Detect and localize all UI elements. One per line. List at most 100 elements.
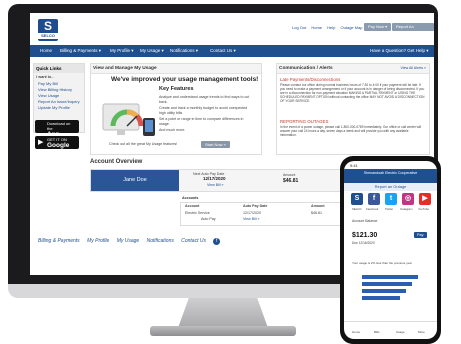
nav-billing[interactable]: Billing & Payments ▾ xyxy=(60,48,101,54)
google-play-badge[interactable]: ▶ GET IT ON Google Play xyxy=(35,136,79,156)
feature-4: And much more. xyxy=(159,128,186,132)
row-view-bill-link[interactable]: View Bill » xyxy=(243,217,260,222)
view-all-alerts-link[interactable]: View All Alerts » xyxy=(400,66,426,71)
footer-billing-link[interactable]: Billing & Payments xyxy=(38,238,80,244)
alert-late-payments-title: Late Payments/Disconnections xyxy=(280,77,341,82)
tab-bar: Home Bills Usage More xyxy=(344,321,437,339)
row-auto-pay-date: 12/17/2020 xyxy=(243,211,261,215)
feature-1: Analyze and understand usage trends to f… xyxy=(159,95,250,104)
app-store-top: Download on the xyxy=(47,121,71,131)
social-label-facebook: Facebook xyxy=(366,207,379,211)
usage-chart xyxy=(352,273,430,307)
outage-map-link[interactable]: Outage Map xyxy=(341,25,363,30)
report-outage-link[interactable]: Report an Outage xyxy=(344,183,437,191)
tab-home[interactable]: Home xyxy=(352,330,360,335)
footer-links: Billing & Payments My Profile My Usage N… xyxy=(38,238,226,245)
col-auto-pay-date: Auto Pay Date xyxy=(243,204,268,208)
report-issue-button[interactable]: Report An Issue/Inquiry xyxy=(392,23,434,35)
row-auto-pay: Auto Pay xyxy=(201,217,216,221)
app-header: Shenandoah Electric Cooperative xyxy=(344,169,437,183)
account-overview-title: Account Overview xyxy=(90,159,143,165)
view-bill-link[interactable]: View Bill » xyxy=(207,183,224,188)
quick-links-title: Quick Links xyxy=(34,64,84,73)
logout-link[interactable]: Log Out xyxy=(292,25,306,30)
usage-bar xyxy=(362,296,400,300)
instagram-icon[interactable]: ◎ xyxy=(402,193,414,205)
amount-value: $46.81 xyxy=(283,178,299,184)
mobile-app-screen: 9:41 Shenandoah Electric Cooperative Rep… xyxy=(344,161,437,339)
google-play-name: Google Play xyxy=(47,142,70,156)
amount-label: Amount xyxy=(283,173,296,177)
social-label-selco: SELCO xyxy=(352,207,362,211)
col-amount: Amount xyxy=(311,204,325,208)
app-store-badge[interactable]: Download on the App Store xyxy=(35,120,79,145)
mobile-phone: 9:41 Shenandoah Electric Cooperative Rep… xyxy=(340,156,441,344)
nav-help[interactable]: Have a Question? Get Help ▾ xyxy=(370,48,429,54)
help-link[interactable]: Help xyxy=(327,25,335,30)
home-link[interactable]: Home xyxy=(311,25,322,30)
usage-gauge-illustration xyxy=(99,100,157,140)
pay-now-button[interactable]: Pay Now ▾ xyxy=(364,23,392,31)
top-links: Log Out Home Help Outage Map xyxy=(292,25,367,30)
tab-bills[interactable]: Bills xyxy=(374,330,380,335)
usage-cta-text: Check out all the great My Usage feature… xyxy=(109,142,178,146)
feature-3: Set a point or range in time to compare … xyxy=(159,117,244,126)
site-header: S SELCO Log Out Home Help Outage Map Pay… xyxy=(30,13,434,45)
due-date: Due 12/16/2020 xyxy=(352,241,375,245)
facebook-icon[interactable]: f xyxy=(213,238,221,245)
key-features-title: Key Features xyxy=(159,86,194,92)
row-account-name: Electric Service xyxy=(185,211,210,215)
main-nav: Home Billing & Payments ▾ My Profile ▾ M… xyxy=(30,45,434,57)
facebook-icon[interactable]: f xyxy=(368,193,380,205)
status-time: 9:41 xyxy=(350,163,358,168)
nav-contact[interactable]: Contact Us ▾ xyxy=(210,48,236,54)
footer-usage-link[interactable]: My Usage xyxy=(117,238,140,244)
usage-panel: View and Manage My Usage We've improved … xyxy=(90,63,262,155)
row-amount: $46.81 xyxy=(311,211,322,215)
balance-label: Account Balance xyxy=(352,219,378,223)
alerts-panel: Communication / Alerts View All Alerts »… xyxy=(276,63,430,155)
play-icon: ▶ xyxy=(38,139,44,146)
footer-profile-link[interactable]: My Profile xyxy=(87,238,109,244)
logo-letter: S xyxy=(43,19,52,33)
nav-home[interactable]: Home xyxy=(40,48,52,53)
nav-usage[interactable]: My Usage ▾ xyxy=(140,48,164,54)
monitor-stand-base xyxy=(150,326,296,336)
footer-contact-link[interactable]: Contact Us xyxy=(181,238,206,244)
logo-subtext: SELCO xyxy=(38,33,58,39)
start-now-button[interactable]: Start Now » xyxy=(201,141,230,148)
tab-more[interactable]: More xyxy=(418,330,425,335)
usage-bar xyxy=(362,282,412,286)
next-auto-pay-date: 12/17/2020 xyxy=(203,176,226,181)
quick-link-report[interactable]: Report An Issue/Inquiry xyxy=(34,98,84,104)
selco-icon[interactable]: S xyxy=(351,193,363,205)
alert-outages-title: REPORTING OUTAGES xyxy=(280,119,329,124)
selco-logo[interactable]: S SELCO xyxy=(38,19,58,41)
youtube-icon[interactable]: ▶ xyxy=(419,193,431,205)
accounts-table-title: Accounts xyxy=(182,196,199,200)
nav-profile[interactable]: My Profile ▾ xyxy=(110,48,134,54)
social-label-instagram: Instagram xyxy=(400,207,413,211)
twitter-icon[interactable]: t xyxy=(385,193,397,205)
col-account: Account xyxy=(185,204,200,208)
app-title: Shenandoah Electric Cooperative xyxy=(363,171,418,175)
usage-headline: We've improved your usage management too… xyxy=(111,76,259,83)
tab-usage[interactable]: Usage xyxy=(396,330,405,335)
product-mockup: S SELCO Log Out Home Help Outage Map Pay… xyxy=(0,0,461,344)
apple-icon xyxy=(38,123,45,130)
pay-button[interactable]: Pay xyxy=(414,232,427,238)
footer-notifications-link[interactable]: Notifications xyxy=(147,238,174,244)
usage-bar xyxy=(362,289,406,293)
alert-outages-text: In the event of a power outage, please c… xyxy=(280,125,422,137)
account-holder-name: Jane Doe xyxy=(91,170,179,191)
balance-amount: $121.30 xyxy=(352,232,378,239)
usage-chart-label: Your usage is 2% less than the previous … xyxy=(352,261,412,265)
quick-links-subtitle: I want to... xyxy=(36,74,55,79)
status-bar: 9:41 xyxy=(344,161,437,169)
gauge-icon xyxy=(102,103,155,136)
alert-late-payments-text: Please contact our office during normal … xyxy=(280,83,425,103)
quick-link-profile[interactable]: Update My Profile xyxy=(34,104,84,110)
nav-notifications[interactable]: Notifications ▾ xyxy=(170,48,198,54)
account-summary-bar: Jane Doe Next Auto Pay Date 12/17/2020 V… xyxy=(90,169,370,192)
feature-2: Create and track a monthly budget to avo… xyxy=(159,106,248,115)
